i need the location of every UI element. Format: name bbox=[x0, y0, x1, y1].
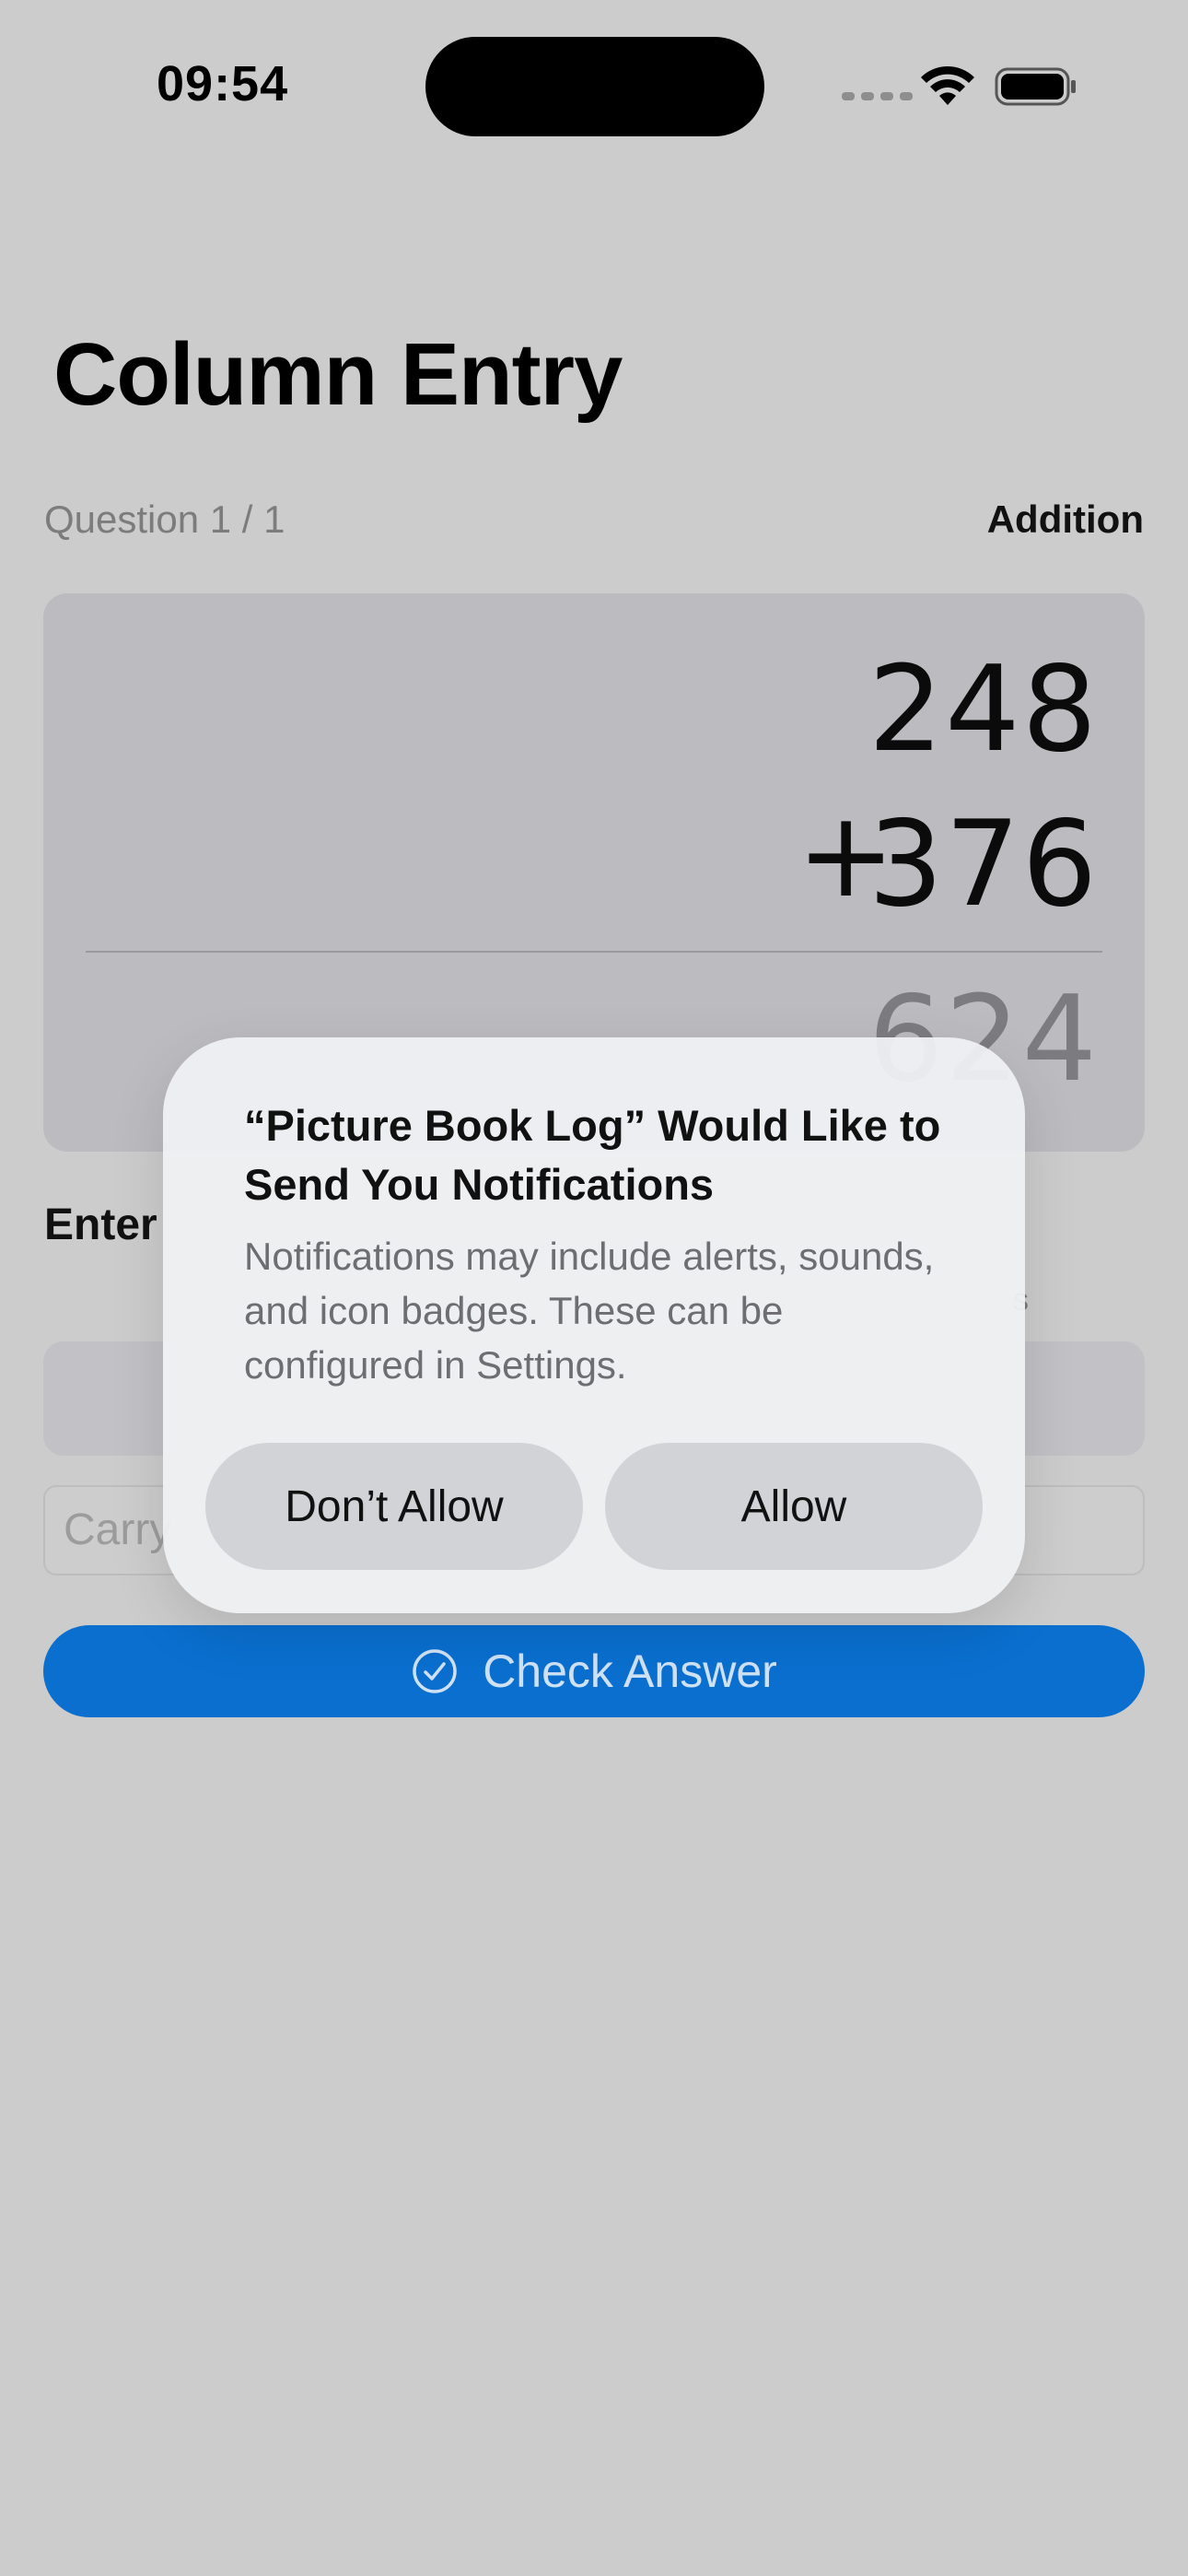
status-time: 09:54 bbox=[157, 56, 289, 111]
question-counter: Question 1 / 1 bbox=[44, 498, 285, 541]
cellular-signal-icon bbox=[842, 92, 913, 100]
top-number: 248 bbox=[868, 641, 1099, 779]
alert-title: “Picture Book Log” Would Like to Send Yo… bbox=[244, 1101, 941, 1209]
dont-allow-button[interactable]: Don’t Allow bbox=[205, 1443, 583, 1570]
checkmark-circle-icon bbox=[413, 1649, 457, 1693]
operation-label: Addition bbox=[986, 498, 1144, 541]
wifi-icon bbox=[921, 65, 974, 105]
battery-icon bbox=[995, 67, 1076, 106]
bottom-number: 376 bbox=[868, 796, 1099, 933]
page-title: Column Entry bbox=[53, 325, 623, 424]
allow-button[interactable]: Allow bbox=[605, 1443, 983, 1570]
notification-permission-alert: “Picture Book Log” Would Like to Send Yo… bbox=[163, 1037, 1025, 1613]
sum-divider bbox=[86, 951, 1102, 953]
enter-answer-label: Enter bbox=[44, 1200, 157, 1249]
check-answer-button[interactable]: Check Answer bbox=[43, 1625, 1145, 1717]
dynamic-island bbox=[425, 37, 764, 136]
check-answer-label: Check Answer bbox=[483, 1645, 777, 1697]
alert-message: Notifications may include alerts, sounds… bbox=[244, 1235, 935, 1387]
